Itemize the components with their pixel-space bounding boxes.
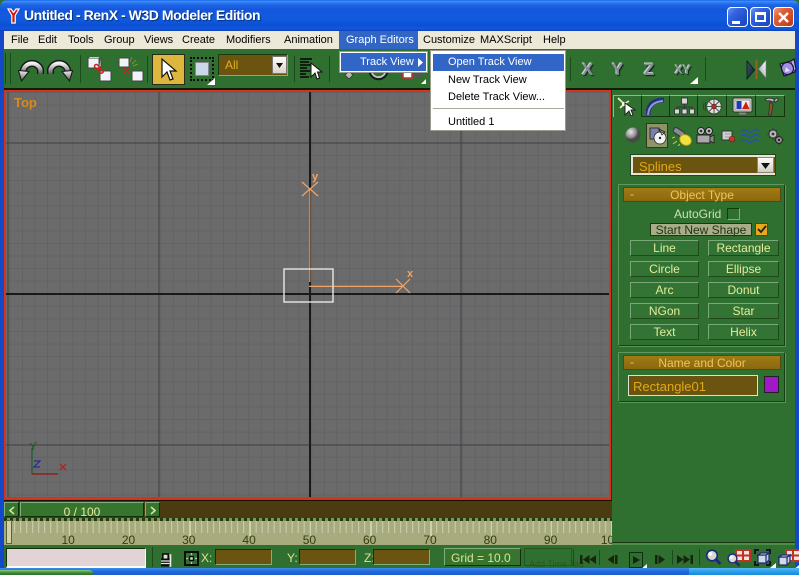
svg-text:x: x — [407, 268, 414, 280]
svg-text:y: y — [312, 171, 319, 183]
